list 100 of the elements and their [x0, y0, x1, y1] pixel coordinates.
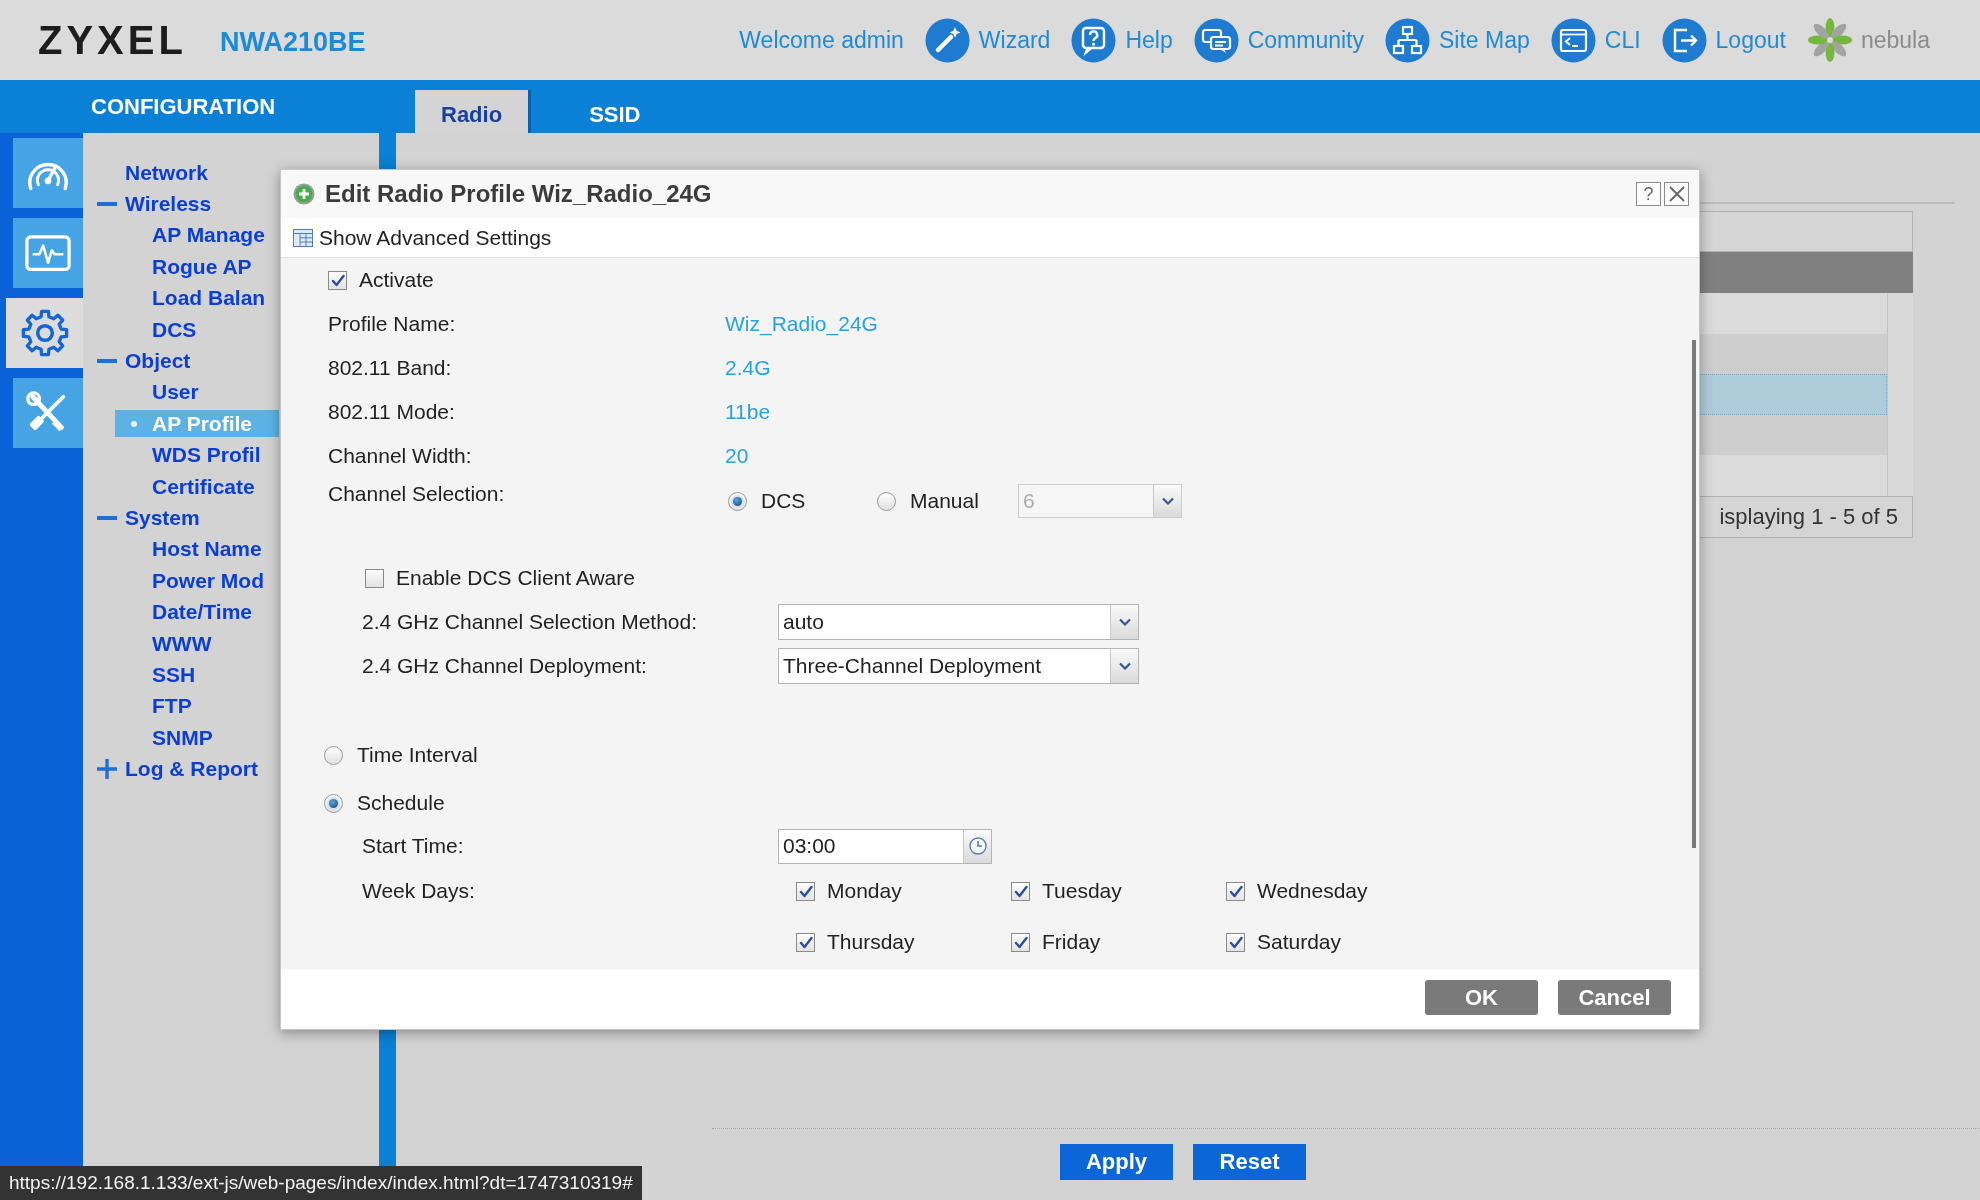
brand-text: nebula [1860, 26, 1930, 54]
sitemap-icon [1385, 17, 1430, 63]
field-label: Week Days: [362, 878, 476, 904]
nav-item[interactable]: FTP [115, 690, 192, 723]
field-value: 2.4G [725, 356, 771, 380]
help-icon [1071, 17, 1117, 63]
radio-button[interactable] [877, 491, 896, 511]
field-label: Channel Width: [328, 444, 473, 468]
checkbox[interactable] [1011, 881, 1030, 901]
field-label: Channel Selection: [328, 481, 506, 507]
nav-item[interactable]: WWW [115, 627, 212, 660]
gear-icon [19, 308, 70, 358]
rail-tab[interactable] [6, 298, 83, 368]
header-link[interactable]: Help [1071, 17, 1173, 63]
apply-button[interactable]: Apply [1060, 1144, 1173, 1180]
checkbox[interactable] [796, 881, 815, 901]
checkbox-label[interactable]: Tuesday [1042, 879, 1122, 903]
nav-item[interactable]: User [115, 376, 199, 409]
collapse-icon[interactable] [97, 359, 117, 364]
header-link[interactable]: Site Map [1385, 17, 1530, 63]
model-name: NWA210BE [219, 29, 366, 56]
collapse-icon[interactable] [97, 202, 117, 207]
scrollbar[interactable] [1692, 340, 1696, 848]
header-link[interactable]: Logout [1661, 17, 1786, 63]
nav-item[interactable]: Load Balan [115, 282, 266, 314]
checkbox-label[interactable]: Thursday [827, 930, 915, 954]
brand-logo: ZYXEL [38, 20, 187, 60]
nav-item[interactable]: Network [97, 157, 208, 189]
chat-bubbles-icon [1193, 17, 1239, 63]
nav-item[interactable]: Log & Report [97, 753, 258, 785]
logout-icon [1661, 17, 1707, 63]
clock-icon [968, 837, 987, 855]
field-label: Profile Name: [328, 312, 457, 336]
reset-button[interactable]: Reset [1193, 1144, 1306, 1180]
tab[interactable]: Radio [415, 90, 529, 133]
radio-button[interactable] [324, 745, 343, 765]
table-icon [293, 228, 313, 247]
cancel-button[interactable]: Cancel [1558, 980, 1671, 1015]
checkbox[interactable] [1011, 932, 1030, 952]
terminal-icon [1550, 17, 1596, 63]
select-field[interactable]: Three-Channel Deployment [778, 648, 1139, 684]
header-link[interactable]: Wizard [924, 17, 1051, 63]
field-label: 2.4 GHz Channel Selection Method: [362, 610, 699, 634]
checkbox[interactable] [365, 568, 384, 588]
nav-item[interactable]: SNMP [115, 722, 213, 754]
radio-label[interactable]: Time Interval [357, 743, 478, 767]
time-field[interactable]: 03:00 [778, 828, 992, 864]
radio-label[interactable]: Schedule [357, 791, 445, 815]
rail-tab[interactable] [13, 138, 83, 208]
nav-item[interactable]: SSH [115, 659, 196, 691]
checkbox-label[interactable]: Saturday [1257, 930, 1342, 954]
advanced-settings-link[interactable]: Show Advanced Settings [293, 225, 552, 250]
checkbox[interactable] [328, 270, 347, 290]
caret-icon [1118, 618, 1131, 626]
pulse-monitor-icon [25, 234, 71, 272]
checkbox-label[interactable]: Monday [827, 879, 902, 903]
nav-item[interactable]: System [97, 502, 200, 534]
nav-item[interactable]: Object [97, 345, 191, 377]
checkbox[interactable] [1226, 932, 1245, 952]
rail-tab[interactable] [13, 218, 83, 288]
field-label: 802.11 Band: [328, 356, 453, 380]
field-label: Start Time: [362, 834, 465, 858]
close-icon [1668, 186, 1685, 202]
dialog-title: Edit Radio Profile Wiz_Radio_24G [325, 180, 712, 208]
checkbox[interactable] [1226, 881, 1245, 901]
radio-label[interactable]: Manual [910, 489, 979, 513]
checkbox-label[interactable]: Wednesday [1257, 879, 1368, 903]
welcome-text: Welcome admin [739, 26, 904, 54]
nav-item[interactable]: DCS [115, 313, 197, 346]
nav-item[interactable]: WDS Profil [115, 439, 261, 471]
caret-icon [1118, 662, 1131, 670]
ok-button[interactable]: OK [1425, 980, 1538, 1015]
checkbox-label[interactable]: Activate [359, 268, 434, 292]
tab[interactable]: SSID [563, 90, 667, 133]
help-button[interactable]: ? [1636, 182, 1661, 206]
field-value: 11be [725, 400, 771, 424]
checkbox-label[interactable]: Enable DCS Client Aware [396, 566, 635, 590]
field-label: 2.4 GHz Channel Deployment: [362, 654, 648, 678]
wand-icon [924, 17, 970, 63]
nav-item[interactable]: Wireless [97, 188, 212, 220]
header-link[interactable]: CLI [1550, 17, 1641, 63]
bullet-icon [131, 420, 137, 427]
nav-item[interactable]: Certificate [115, 470, 255, 503]
field-value: Wiz_Radio_24G [725, 312, 878, 336]
checkbox[interactable] [796, 932, 815, 952]
rail-tab[interactable] [13, 378, 83, 448]
header-link[interactable]: Community [1193, 17, 1364, 63]
nav-item[interactable]: AP Manage [115, 219, 265, 252]
checkbox-label[interactable]: Friday [1042, 930, 1101, 954]
select-field[interactable]: auto [778, 604, 1139, 640]
nav-item[interactable]: Date/Time [115, 596, 252, 628]
radio-button[interactable] [324, 793, 343, 813]
nav-item[interactable]: Rogue AP [115, 251, 252, 283]
paging-status: isplaying 1 - 5 of 5 [1700, 496, 1913, 538]
nav-item[interactable]: Host Name [115, 533, 262, 566]
radio-button[interactable] [728, 491, 747, 511]
close-button[interactable] [1664, 182, 1689, 206]
expand-icon[interactable] [97, 759, 117, 780]
nav-item[interactable]: Power Mod [115, 565, 264, 597]
radio-label[interactable]: DCS [761, 489, 806, 513]
